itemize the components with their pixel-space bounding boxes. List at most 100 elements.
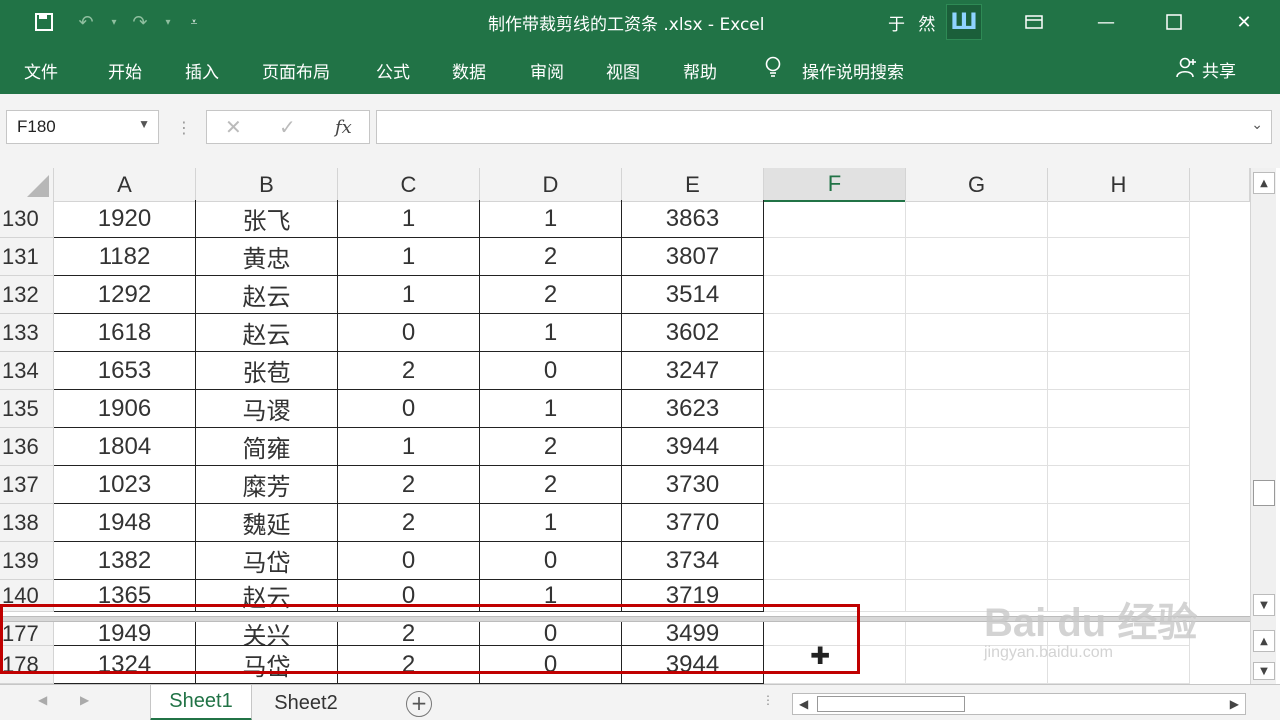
row-header[interactable]: 140 — [0, 580, 54, 612]
cell-a[interactable]: 1948 — [54, 504, 196, 542]
cell-a[interactable]: 1292 — [54, 276, 196, 314]
formula-input[interactable]: ⌄ — [376, 110, 1272, 144]
cell-b[interactable]: 魏延 — [196, 504, 338, 542]
vertical-scrollbar[interactable]: ▲ ▼ ▲ ▼ — [1250, 168, 1276, 684]
ribbon-display-icon[interactable] — [1004, 0, 1064, 44]
column-header-d[interactable]: D — [480, 168, 622, 202]
redo-icon[interactable]: ↷ — [126, 8, 154, 36]
scroll-right-icon[interactable]: ▶ — [1230, 697, 1239, 711]
cell-d[interactable]: 1 — [480, 504, 622, 542]
cell-b[interactable]: 关兴 — [196, 622, 338, 646]
cell-empty[interactable] — [764, 504, 906, 542]
cell-e[interactable]: 3499 — [622, 622, 764, 646]
cell-empty[interactable] — [764, 622, 906, 646]
row-header[interactable]: 130 — [0, 200, 54, 238]
resize-handle-icon[interactable]: ⋮ — [176, 118, 192, 137]
cell-d[interactable]: 0 — [480, 352, 622, 390]
cell-empty[interactable] — [906, 390, 1048, 428]
insert-function-icon[interactable]: fx — [335, 117, 352, 138]
minimize-icon[interactable]: — — [1076, 0, 1136, 44]
cell-empty[interactable] — [1048, 428, 1190, 466]
undo-icon[interactable]: ↶ — [72, 8, 100, 36]
tab-review[interactable]: 审阅 — [530, 58, 564, 83]
cell-a[interactable]: 1382 — [54, 542, 196, 580]
cell-d[interactable]: 1 — [480, 314, 622, 352]
cell-b[interactable]: 马岱 — [196, 646, 338, 684]
cell-d[interactable]: 0 — [480, 646, 622, 684]
hscroll-thumb[interactable] — [817, 696, 965, 712]
cell-a[interactable]: 1949 — [54, 622, 196, 646]
cell-e[interactable]: 3944 — [622, 646, 764, 684]
cell-c[interactable]: 2 — [338, 504, 480, 542]
close-icon[interactable]: ✕ — [1214, 0, 1274, 44]
cell-empty[interactable] — [906, 276, 1048, 314]
scroll-down-icon[interactable]: ▼ — [1253, 594, 1275, 616]
row-header[interactable]: 177 — [0, 622, 54, 646]
row-header[interactable]: 134 — [0, 352, 54, 390]
scroll-thumb[interactable] — [1253, 480, 1275, 506]
sheet-tab-sheet2[interactable]: Sheet2 — [256, 685, 356, 720]
cell-e[interactable]: 3807 — [622, 238, 764, 276]
cell-empty[interactable] — [1048, 238, 1190, 276]
horizontal-scrollbar[interactable]: ◀ ▶ — [792, 693, 1246, 715]
scroll-left-icon[interactable]: ◀ — [799, 697, 808, 711]
tab-help[interactable]: 帮助 — [683, 58, 717, 83]
cell-empty[interactable] — [1048, 466, 1190, 504]
tab-data[interactable]: 数据 — [452, 58, 486, 83]
cell-d[interactable]: 1 — [480, 580, 622, 612]
expand-formula-icon[interactable]: ⌄ — [1251, 117, 1263, 133]
row-header[interactable]: 131 — [0, 238, 54, 276]
save-icon[interactable] — [30, 8, 58, 36]
cell-empty[interactable] — [906, 466, 1048, 504]
share-button[interactable]: 共享 — [1176, 56, 1236, 83]
cell-e[interactable]: 3602 — [622, 314, 764, 352]
cell-d[interactable]: 2 — [480, 428, 622, 466]
cell-d[interactable]: 0 — [480, 622, 622, 646]
cell-e[interactable]: 3247 — [622, 352, 764, 390]
cancel-icon[interactable]: ✕ — [225, 115, 242, 139]
column-header-f[interactable]: F — [764, 168, 906, 202]
cell-b[interactable]: 简雍 — [196, 428, 338, 466]
cell-a[interactable]: 1653 — [54, 352, 196, 390]
cell-a[interactable]: 1804 — [54, 428, 196, 466]
cell-empty[interactable] — [764, 276, 906, 314]
cell-empty[interactable] — [1048, 276, 1190, 314]
cell-e[interactable]: 3863 — [622, 200, 764, 238]
sheet-tab-sheet1[interactable]: Sheet1 — [150, 685, 252, 720]
cell-b[interactable]: 张飞 — [196, 200, 338, 238]
prev-sheet-icon[interactable]: ◀ — [38, 693, 47, 707]
cell-empty[interactable] — [1048, 390, 1190, 428]
cell-empty[interactable] — [764, 352, 906, 390]
cell-d[interactable]: 2 — [480, 276, 622, 314]
avatar[interactable]: Ш — [946, 4, 982, 40]
row-header[interactable]: 135 — [0, 390, 54, 428]
cell-c[interactable]: 1 — [338, 200, 480, 238]
cell-empty[interactable] — [764, 466, 906, 504]
cell-e[interactable]: 3623 — [622, 390, 764, 428]
chevron-down-icon[interactable]: ▼ — [138, 117, 150, 131]
tell-me-search[interactable]: 操作说明搜索 — [802, 58, 904, 83]
column-header-h[interactable]: H — [1048, 168, 1190, 202]
cell-b[interactable]: 糜芳 — [196, 466, 338, 504]
column-header-g[interactable]: G — [906, 168, 1048, 202]
tab-formulas[interactable]: 公式 — [376, 58, 410, 83]
scroll-up-icon-lower-pane[interactable]: ▲ — [1253, 630, 1275, 652]
column-header-b[interactable]: B — [196, 168, 338, 202]
row-header[interactable]: 138 — [0, 504, 54, 542]
cell-empty[interactable] — [764, 428, 906, 466]
cell-empty[interactable] — [1048, 352, 1190, 390]
cell-c[interactable]: 1 — [338, 238, 480, 276]
cell-d[interactable]: 1 — [480, 200, 622, 238]
cell-c[interactable]: 1 — [338, 428, 480, 466]
cell-c[interactable]: 0 — [338, 314, 480, 352]
cell-empty[interactable] — [764, 646, 906, 684]
row-header[interactable]: 136 — [0, 428, 54, 466]
tab-view[interactable]: 视图 — [606, 58, 640, 83]
cell-empty[interactable] — [764, 200, 906, 238]
cell-a[interactable]: 1365 — [54, 580, 196, 612]
column-header-next[interactable] — [1190, 168, 1250, 202]
cell-empty[interactable] — [764, 238, 906, 276]
hscroll-splitter-icon[interactable]: ⋮ — [762, 693, 774, 707]
row-header[interactable]: 132 — [0, 276, 54, 314]
tab-file[interactable]: 文件 — [24, 58, 58, 83]
